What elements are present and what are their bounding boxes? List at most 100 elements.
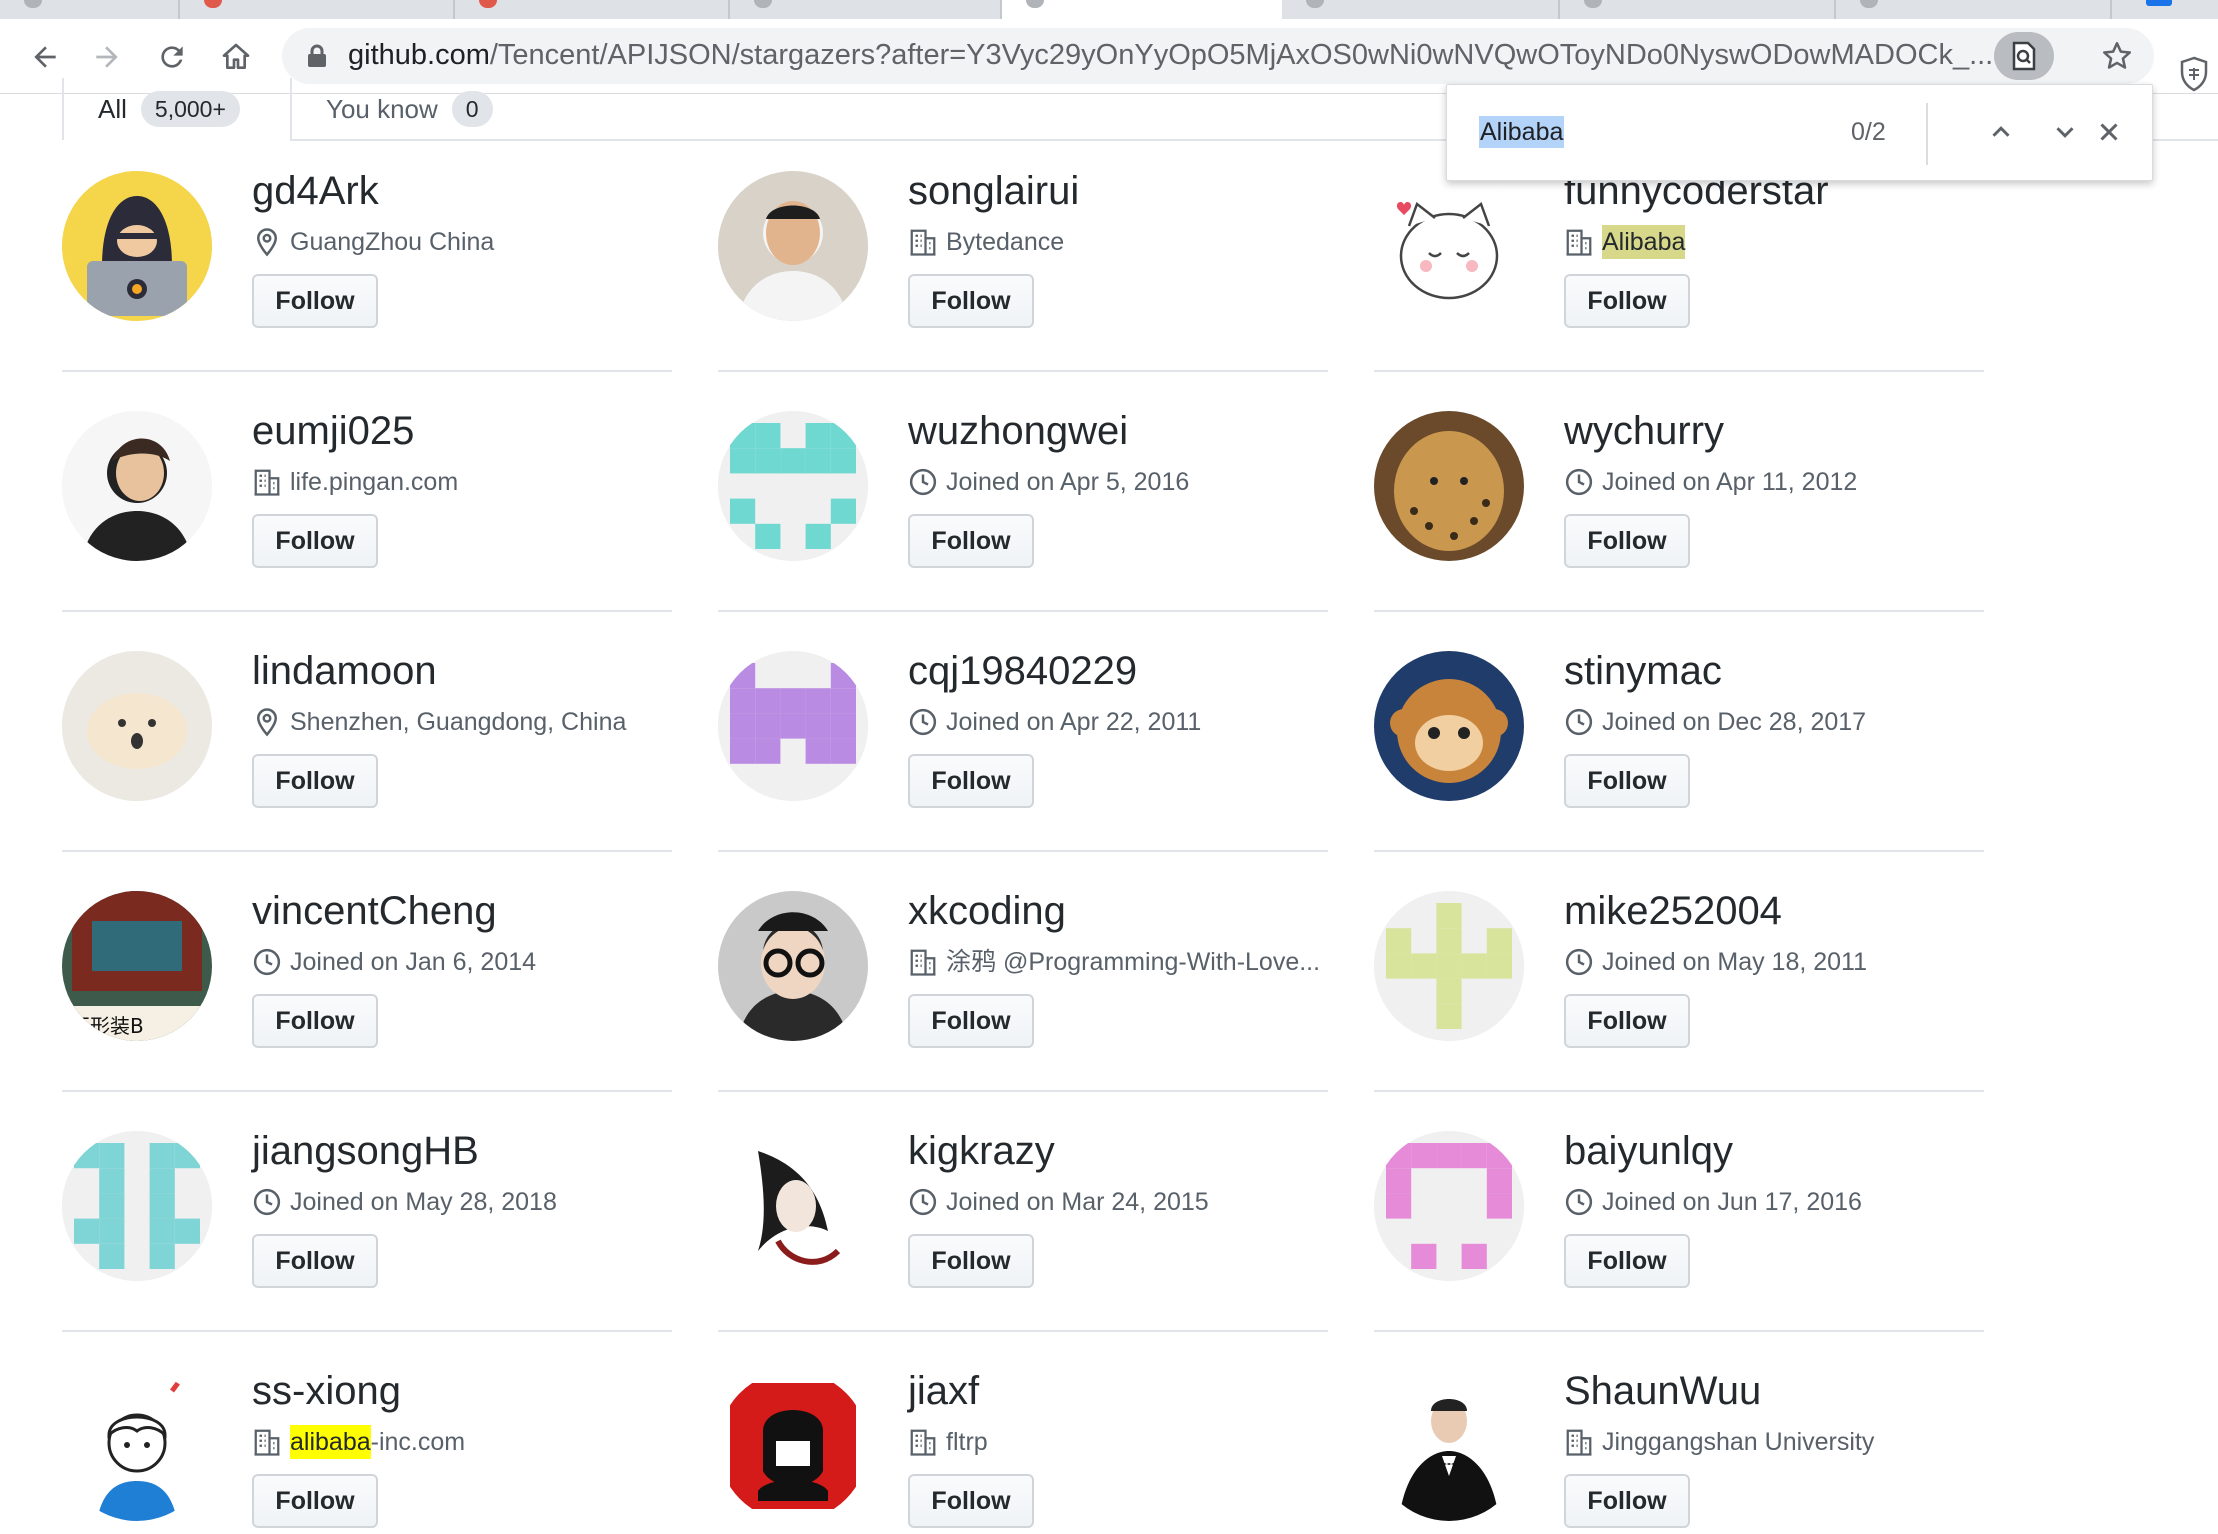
username-link[interactable]: cqj19840229 <box>908 647 1137 695</box>
username-link[interactable]: stinymac <box>1564 647 1722 695</box>
avatar[interactable] <box>1374 171 1524 321</box>
username-link[interactable]: wychurry <box>1564 407 1724 455</box>
tab-you-know-counter: 0 <box>451 91 493 127</box>
avatar[interactable] <box>718 651 868 801</box>
username-link[interactable]: wuzhongwei <box>908 407 1128 455</box>
username-link[interactable]: jiangsongHB <box>252 1127 479 1175</box>
avatar[interactable] <box>1374 1131 1524 1281</box>
username-link[interactable]: songlairui <box>908 167 1079 215</box>
username-link[interactable]: eumji025 <box>252 407 414 455</box>
username-link[interactable]: baiyunlqy <box>1564 1127 1733 1175</box>
follow-button[interactable]: Follow <box>1564 994 1690 1048</box>
follow-button[interactable]: Follow <box>1564 1474 1690 1528</box>
username-link[interactable]: ss-xiong <box>252 1367 401 1415</box>
follow-button[interactable]: Follow <box>1564 754 1690 808</box>
chevron-down-icon <box>2056 127 2074 138</box>
user-meta-text: Joined on Mar 24, 2015 <box>946 1188 1209 1216</box>
follow-button[interactable]: Follow <box>908 1474 1034 1528</box>
row-divider <box>1374 850 1984 852</box>
find-in-page-button[interactable] <box>1994 32 2054 80</box>
browser-tab[interactable] <box>1560 0 1836 19</box>
find-next-button[interactable] <box>2043 110 2087 154</box>
follow-button[interactable]: Follow <box>252 994 378 1048</box>
user-card: wuzhongwei Joined on Apr 5, 2016 Follow <box>718 370 1328 610</box>
follow-button[interactable]: Follow <box>252 274 378 328</box>
browser-tab-active[interactable] <box>1002 0 1282 19</box>
browser-tab[interactable] <box>1282 0 1560 19</box>
bookmark-star-icon[interactable] <box>2100 39 2134 73</box>
avatar[interactable]: 不形装B <box>62 891 212 1041</box>
organization-icon <box>254 1429 280 1456</box>
avatar[interactable] <box>62 1131 212 1281</box>
tab-favicon-icon <box>1584 0 1602 8</box>
reload-button[interactable] <box>151 36 193 78</box>
user-card: cqj19840229 Joined on Apr 22, 2011 Follow <box>718 610 1328 850</box>
user-card: jiaxf fltrp Follow <box>718 1330 1328 1534</box>
browser-tab[interactable] <box>1836 0 2112 19</box>
user-meta: GuangZhou China <box>252 225 494 259</box>
organization-icon <box>910 1429 936 1456</box>
row-divider <box>1374 610 1984 612</box>
follow-button[interactable]: Follow <box>908 274 1034 328</box>
avatar[interactable] <box>1374 1371 1524 1521</box>
username-link[interactable]: vincentCheng <box>252 887 497 935</box>
avatar[interactable] <box>718 1371 868 1521</box>
find-close-button[interactable] <box>2087 110 2131 154</box>
follow-button[interactable]: Follow <box>1564 1234 1690 1288</box>
avatar[interactable] <box>1374 411 1524 561</box>
username-link[interactable]: ShaunWuu <box>1564 1367 1761 1415</box>
url-text[interactable]: github.com/Tencent/APIJSON/stargazers?af… <box>348 39 1993 72</box>
user-card: baiyunlqy Joined on Jun 17, 2016 Follow <box>1374 1090 1984 1330</box>
follow-button[interactable]: Follow <box>908 994 1034 1048</box>
avatar[interactable] <box>62 1371 212 1521</box>
address-bar[interactable]: github.com/Tencent/APIJSON/stargazers?af… <box>282 28 2154 84</box>
follow-button[interactable]: Follow <box>908 1234 1034 1288</box>
browser-tab[interactable] <box>730 0 1002 19</box>
username-link[interactable]: mike252004 <box>1564 887 1782 935</box>
search-match-highlight: alibaba <box>290 1425 371 1459</box>
browser-tab[interactable] <box>180 0 455 19</box>
avatar[interactable] <box>1374 891 1524 1041</box>
row-divider <box>62 850 672 852</box>
follow-button[interactable]: Follow <box>252 1474 378 1528</box>
follow-button[interactable]: Follow <box>252 1234 378 1288</box>
follow-button[interactable]: Follow <box>908 514 1034 568</box>
follow-button[interactable]: Follow <box>252 514 378 568</box>
user-meta: Joined on Jun 17, 2016 <box>1564 1185 1862 1219</box>
forward-button[interactable] <box>86 36 128 78</box>
avatar[interactable] <box>718 411 868 561</box>
avatar[interactable] <box>718 1131 868 1281</box>
user-meta-text: Joined on Apr 11, 2012 <box>1602 468 1858 496</box>
organization-icon <box>910 949 936 976</box>
avatar[interactable] <box>718 891 868 1041</box>
avatar[interactable] <box>62 171 212 321</box>
find-input[interactable]: Alibaba <box>1479 116 1565 148</box>
username-link[interactable]: xkcoding <box>908 887 1066 935</box>
avatar[interactable] <box>1374 651 1524 801</box>
follow-button[interactable]: Follow <box>908 754 1034 808</box>
username-link[interactable]: gd4Ark <box>252 167 379 215</box>
follow-button[interactable]: Follow <box>252 754 378 808</box>
user-meta-text: Joined on May 18, 2011 <box>1602 948 1868 976</box>
avatar[interactable] <box>718 171 868 321</box>
username-link[interactable]: kigkrazy <box>908 1127 1055 1175</box>
find-previous-button[interactable] <box>1979 110 2023 154</box>
avatar[interactable] <box>62 651 212 801</box>
username-link[interactable]: lindamoon <box>252 647 437 695</box>
back-button[interactable] <box>24 36 66 78</box>
user-meta: Joined on Jan 6, 2014 <box>252 945 536 979</box>
follow-button[interactable]: Follow <box>1564 514 1690 568</box>
user-meta: Joined on Apr 11, 2012 <box>1564 465 1857 499</box>
clock-icon <box>909 468 937 496</box>
clock-icon <box>253 1188 281 1216</box>
avatar[interactable] <box>62 411 212 561</box>
organization-icon <box>910 229 936 256</box>
browser-tab[interactable] <box>0 0 180 19</box>
tab-all-label: All <box>98 93 127 124</box>
username-link[interactable]: jiaxf <box>908 1367 979 1415</box>
home-button[interactable] <box>215 36 257 78</box>
find-in-page-icon <box>2012 41 2036 71</box>
browser-tab[interactable] <box>455 0 730 19</box>
user-meta-text: Joined on Jun 17, 2016 <box>1602 1188 1862 1216</box>
follow-button[interactable]: Follow <box>1564 274 1690 328</box>
